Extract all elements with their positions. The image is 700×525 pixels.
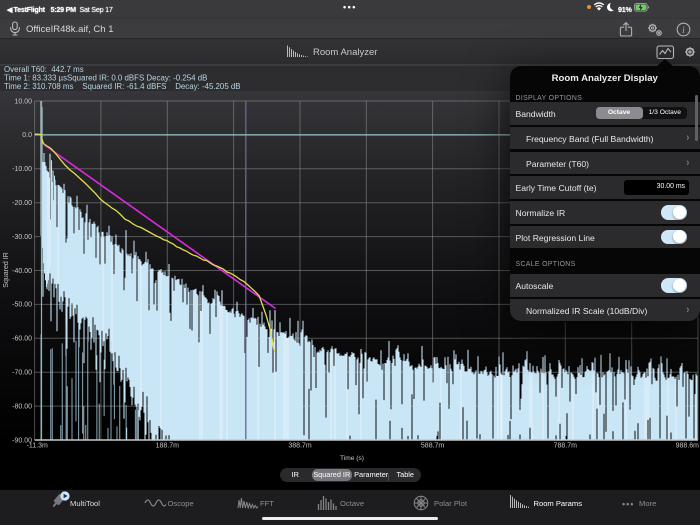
svg-text:Time 2: 310.708 ms Squared: Time 2: 310.708 ms Squared IR: -61.4 dBF…	[4, 82, 241, 91]
svg-text:-80.00: -80.00	[12, 403, 32, 410]
svg-text:988.6m: 988.6m	[676, 442, 700, 449]
svg-text:Squared IR: Squared IR	[3, 252, 10, 287]
svg-text:-50.00: -50.00	[12, 301, 32, 308]
svg-text:788.7m: 788.7m	[554, 442, 578, 449]
svg-text:0.0: 0.0	[22, 132, 32, 139]
svg-text:388.7m: 388.7m	[288, 442, 312, 449]
svg-text:Time (s): Time (s)	[340, 455, 364, 462]
svg-text:-40.00: -40.00	[12, 267, 32, 274]
svg-text:-70.00: -70.00	[12, 369, 32, 376]
svg-text:-10.00: -10.00	[12, 166, 32, 173]
svg-text:i: i	[682, 26, 685, 36]
svg-text:-11.3m: -11.3m	[27, 442, 48, 449]
svg-text:10.00: 10.00	[14, 98, 32, 105]
svg-text:-20.00: -20.00	[12, 200, 32, 207]
svg-text:-30.00: -30.00	[12, 233, 32, 240]
svg-text:188.7m: 188.7m	[156, 442, 180, 449]
svg-text:588.7m: 588.7m	[421, 442, 445, 449]
svg-text:-60.00: -60.00	[12, 335, 32, 342]
